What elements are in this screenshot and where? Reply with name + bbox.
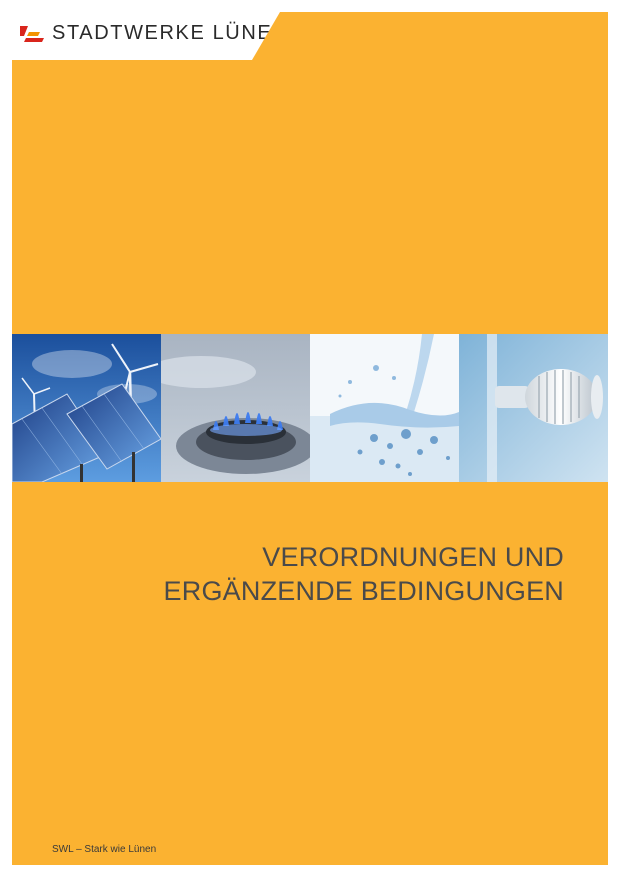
title-line-1: VERORDNUNGEN UND xyxy=(262,542,564,573)
cover-page: STADTWERKE LÜNEN VERORDNUNGEN UND ERGÄNZ… xyxy=(12,12,608,865)
photo-strip xyxy=(12,334,608,482)
title-line-2: ERGÄNZENDE BEDINGUNGEN xyxy=(163,576,564,607)
radiator-thermostat-photo xyxy=(459,334,608,482)
document-title: VERORDNUNGEN UND ERGÄNZENDE BEDINGUNGEN xyxy=(164,540,564,608)
water-splash-photo xyxy=(310,334,459,482)
footer-tagline: SWL – Stark wie Lünen xyxy=(52,844,157,855)
stadtwerke-logo-icon xyxy=(20,26,44,42)
gas-flame-photo xyxy=(161,334,310,482)
logo-tab: STADTWERKE LÜNEN xyxy=(12,12,280,60)
solar-wind-photo xyxy=(12,334,161,482)
brand-name: STADTWERKE LÜNEN xyxy=(52,22,289,44)
